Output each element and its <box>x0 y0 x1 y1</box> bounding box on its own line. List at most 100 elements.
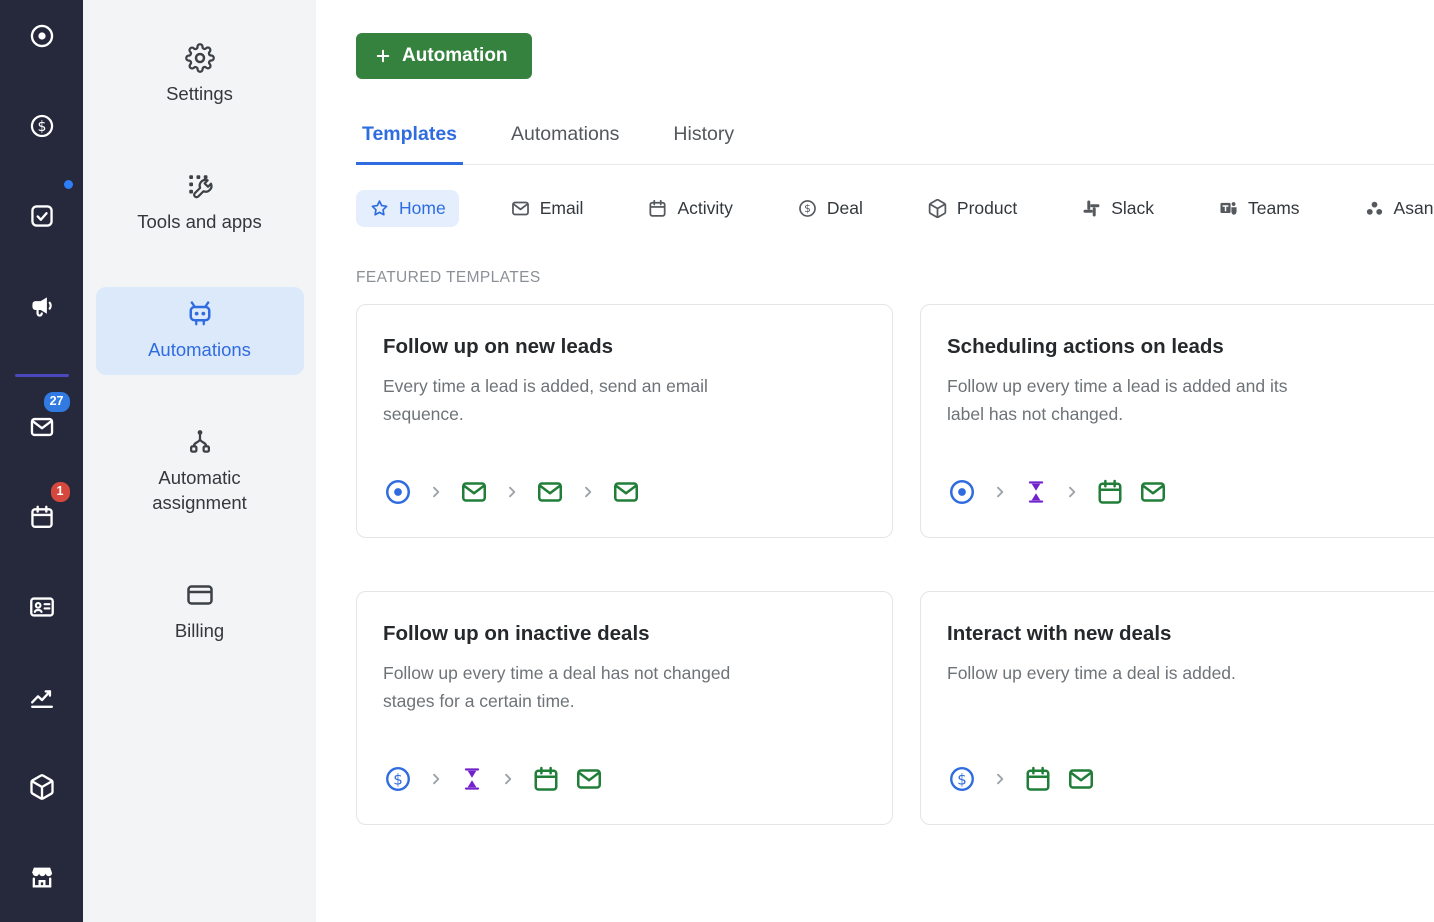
nav-mail[interactable]: 27 <box>20 392 70 449</box>
rail-divider <box>14 374 69 377</box>
mail-count-badge: 27 <box>43 392 70 412</box>
template-title: Scheduling actions on leads <box>947 335 1224 358</box>
sidebar-item-label: Automations <box>148 338 251 360</box>
activity-step-icon <box>531 764 561 794</box>
template-title: Follow up on inactive deals <box>383 622 650 645</box>
template-card-follow-up-new-leads[interactable]: Follow up on new leads Every time a lead… <box>356 304 893 538</box>
sidebar-item-billing[interactable]: Billing <box>96 568 304 656</box>
storefront-icon <box>28 863 56 891</box>
activity-step-icon <box>1095 477 1125 507</box>
tab-automations[interactable]: Automations <box>505 123 625 165</box>
template-card-follow-up-inactive-deals[interactable]: Follow up on inactive deals Follow up ev… <box>356 591 893 825</box>
template-card-interact-with-new-deals[interactable]: Interact with new deals Follow up every … <box>920 591 1434 825</box>
activity-step-icon <box>1023 764 1053 794</box>
sidebar-item-settings[interactable]: Settings <box>96 31 304 119</box>
package-icon <box>28 773 56 801</box>
tab-history[interactable]: History <box>667 123 740 165</box>
tab-bar: Templates Automations History <box>356 123 1434 165</box>
contact-card-icon <box>28 593 56 621</box>
sidebar-item-tools-and-apps[interactable]: Tools and apps <box>96 159 304 247</box>
calendar-icon <box>28 503 56 531</box>
nav-insights[interactable] <box>20 675 64 719</box>
template-card-grid: Follow up on new leads Every time a lead… <box>356 304 1434 825</box>
filter-teams[interactable]: Teams <box>1205 190 1313 227</box>
app-window: 27 1 Settings Tools and apps Automations… <box>0 0 1434 922</box>
nav-marketplace[interactable] <box>20 855 64 899</box>
tools-grid-icon <box>185 171 215 201</box>
calendar-count-badge: 1 <box>50 482 70 502</box>
lead-trigger-icon <box>383 477 413 507</box>
filter-home[interactable]: Home <box>356 190 459 227</box>
template-description: Follow up every time a deal is added. <box>947 663 1236 683</box>
add-automation-button[interactable]: Automation <box>356 33 532 79</box>
sidebar-item-label: Automatic assignment <box>152 466 247 513</box>
filter-deal[interactable]: Deal <box>784 190 876 227</box>
nav-tasks[interactable] <box>20 194 64 238</box>
filter-label: Product <box>956 198 1018 218</box>
featured-templates-heading: FEATURED TEMPLATES <box>356 269 541 286</box>
template-flow <box>947 764 1428 794</box>
filter-email[interactable]: Email <box>497 190 597 227</box>
nav-leads[interactable] <box>20 14 64 58</box>
template-card-scheduling-actions-on-leads[interactable]: Scheduling actions on leads Follow up ev… <box>920 304 1434 538</box>
filter-label: Asana <box>1393 198 1434 218</box>
megaphone-icon <box>28 292 56 320</box>
add-automation-label: Automation <box>402 45 508 66</box>
email-step-icon <box>611 477 641 507</box>
filter-product[interactable]: Product <box>914 190 1030 227</box>
template-flow <box>383 764 864 794</box>
sidebar-item-automatic-assignment[interactable]: Automatic assignment <box>96 415 304 528</box>
template-title: Follow up on new leads <box>383 335 614 358</box>
chevron-right-icon <box>990 482 1010 502</box>
template-flow <box>947 477 1428 507</box>
filter-label: Home <box>399 198 446 218</box>
package-icon <box>927 198 948 219</box>
filter-label: Email <box>539 198 584 218</box>
slack-icon <box>1081 198 1102 219</box>
credit-card-icon <box>185 580 215 610</box>
nav-calendar[interactable]: 1 <box>20 482 70 539</box>
template-description: Every time a lead is added, send an emai… <box>383 376 708 424</box>
calendar-icon <box>647 198 668 219</box>
chevron-right-icon <box>1062 482 1082 502</box>
email-step-icon <box>1066 764 1096 794</box>
template-description: Follow up every time a lead is added and… <box>947 376 1288 424</box>
email-step-icon <box>459 477 489 507</box>
line-chart-icon <box>28 683 56 711</box>
filter-slack[interactable]: Slack <box>1068 190 1167 227</box>
chevron-right-icon <box>426 482 446 502</box>
filter-label: Activity <box>677 198 733 218</box>
plus-icon <box>374 47 392 65</box>
chevron-right-icon <box>502 482 522 502</box>
deal-trigger-icon <box>383 764 413 794</box>
envelope-icon <box>28 413 56 441</box>
primary-nav-rail: 27 1 <box>0 0 83 922</box>
star-icon <box>369 198 390 219</box>
checklist-icon <box>28 202 56 230</box>
filter-label: Deal <box>826 198 863 218</box>
tab-templates[interactable]: Templates <box>356 123 464 165</box>
asana-icon <box>1364 198 1385 219</box>
template-filter-bar: Home Email Activity Deal Product Slack T… <box>356 190 1434 227</box>
chevron-right-icon <box>990 769 1010 789</box>
deal-trigger-icon <box>947 764 977 794</box>
nav-campaigns[interactable] <box>20 284 64 328</box>
dollar-icon <box>797 198 818 219</box>
bullseye-icon <box>28 22 56 50</box>
dollar-icon <box>28 112 56 140</box>
filter-asana[interactable]: Asana <box>1351 190 1434 227</box>
filter-activity[interactable]: Activity <box>634 190 745 227</box>
sidebar-item-label: Billing <box>174 619 225 641</box>
nav-deals[interactable] <box>20 104 64 148</box>
teams-icon <box>1218 198 1239 219</box>
email-step-icon <box>574 764 604 794</box>
template-description: Follow up every time a deal has not chan… <box>383 663 731 711</box>
wait-hourglass-icon <box>459 766 485 792</box>
chevron-right-icon <box>498 769 518 789</box>
lead-trigger-icon <box>947 477 977 507</box>
nav-products[interactable] <box>20 765 64 809</box>
sidebar-item-automations[interactable]: Automations <box>95 286 304 375</box>
chevron-right-icon <box>426 769 446 789</box>
sidebar-item-label: Tools and apps <box>137 210 262 232</box>
nav-contacts[interactable] <box>20 585 64 629</box>
